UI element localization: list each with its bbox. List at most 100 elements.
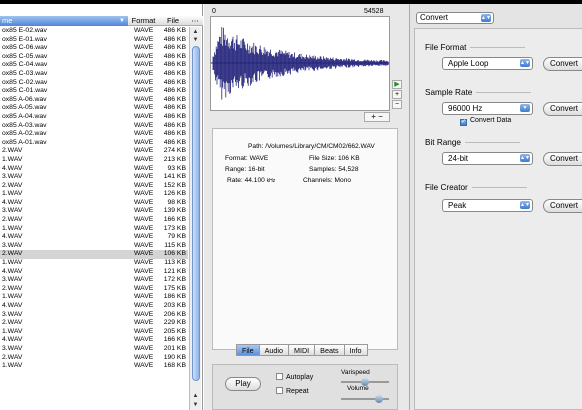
- scroll-up-icon[interactable]: ▲: [190, 28, 201, 36]
- table-row[interactable]: 4.WAV WAVE 79 KB: [0, 233, 188, 242]
- table-row[interactable]: 4.WAV WAVE 121 KB: [0, 268, 188, 277]
- table-row[interactable]: 2.WAV WAVE 175 KB: [0, 285, 188, 294]
- table-row[interactable]: ox85 C-03.wav WAVE 486 KB: [0, 70, 188, 79]
- table-row[interactable]: 1.WAV WAVE 173 KB: [0, 225, 188, 234]
- file-size: 486 KB: [163, 121, 186, 129]
- file-format-popup[interactable]: Apple Loop ▲▼: [442, 57, 533, 70]
- play-region-icon[interactable]: ▶: [392, 80, 402, 89]
- table-row[interactable]: 2.WAV WAVE 274 KB: [0, 147, 188, 156]
- file-name: 1.WAV: [2, 259, 23, 267]
- size-column-header[interactable]: File: [160, 16, 186, 26]
- table-row[interactable]: 1.WAV WAVE 168 KB: [0, 362, 188, 371]
- table-row[interactable]: 1.WAV WAVE 126 KB: [0, 190, 188, 199]
- scroll-down-icon[interactable]: ▼: [190, 36, 201, 44]
- zoom-out-icon[interactable]: −: [392, 100, 402, 109]
- varispeed-slider[interactable]: [341, 378, 389, 386]
- repeat-checkbox[interactable]: Repeat: [276, 387, 309, 395]
- file-size-value: 106 KB: [337, 155, 360, 162]
- info-file-size: File Size: 106 KB: [309, 155, 360, 162]
- tab-audio[interactable]: Audio: [258, 344, 289, 356]
- table-row[interactable]: 4.WAV WAVE 98 KB: [0, 199, 188, 208]
- table-row[interactable]: ox85 C-05.wav WAVE 486 KB: [0, 53, 188, 62]
- table-row[interactable]: 3.WAV WAVE 115 KB: [0, 242, 188, 251]
- table-row[interactable]: ox85 A-02.wav WAVE 486 KB: [0, 130, 188, 139]
- volume-knob[interactable]: [375, 395, 383, 403]
- column-options-icon[interactable]: ⋯: [187, 16, 203, 26]
- table-row[interactable]: 3.WAV WAVE 141 KB: [0, 173, 188, 182]
- table-row[interactable]: 2.WAV WAVE 106 KB: [0, 250, 188, 260]
- bit-range-popup[interactable]: 24-bit ▲▼: [442, 152, 533, 165]
- tab-beats[interactable]: Beats: [314, 344, 345, 356]
- autoplay-checkbox-box[interactable]: [276, 373, 283, 380]
- table-row[interactable]: ox85 A-05.wav WAVE 486 KB: [0, 104, 188, 113]
- file-rows: ox85 E-02.wav WAVE 486 KB ox85 E-01.wav WAVE…: [0, 27, 188, 371]
- file-creator-title: File Creator: [425, 183, 468, 192]
- file-size: 139 KB: [163, 207, 186, 215]
- file-size: 229 KB: [163, 319, 186, 327]
- table-row[interactable]: 2.WAV WAVE 166 KB: [0, 216, 188, 225]
- info-rate: Rate: 44.100 kHz: [227, 177, 275, 184]
- table-row[interactable]: 4.WAV WAVE 93 KB: [0, 165, 188, 174]
- table-row[interactable]: 1.WAV WAVE 186 KB: [0, 293, 188, 302]
- file-size: 166 KB: [163, 336, 186, 344]
- table-row[interactable]: ox85 A-06.wav WAVE 486 KB: [0, 96, 188, 105]
- convert-data-checkbox[interactable]: ✓ Convert Data: [460, 117, 511, 126]
- file-creator-popup[interactable]: Peak ▲▼: [442, 199, 533, 212]
- tab-info[interactable]: Info: [343, 344, 368, 356]
- file-name: 4.WAV: [2, 302, 23, 309]
- file-format: WAVE: [134, 207, 154, 215]
- table-row[interactable]: ox85 C-02.wav WAVE 486 KB: [0, 79, 188, 88]
- mode-popup[interactable]: Convert ▲▼: [416, 12, 494, 24]
- add-remove-marker-buttons[interactable]: + −: [364, 112, 390, 122]
- file-name: 2.WAV: [2, 353, 23, 361]
- scrollbar-thumb[interactable]: [192, 46, 200, 381]
- table-row[interactable]: ox85 E-01.wav WAVE 486 KB: [0, 36, 188, 45]
- checkmark-icon[interactable]: ✓: [460, 119, 467, 126]
- bit-range-section: Bit Range: [425, 138, 520, 147]
- table-row[interactable]: ox85 C-06.wav WAVE 486 KB: [0, 44, 188, 53]
- sample-rate-combo[interactable]: 96000 Hz ▼: [442, 102, 533, 115]
- table-row[interactable]: ox85 C-01.wav WAVE 486 KB: [0, 87, 188, 96]
- table-row[interactable]: ox85 A-01.wav WAVE 486 KB: [0, 139, 188, 148]
- popup-stepper-icon: ▲▼: [520, 59, 530, 67]
- table-row[interactable]: 4.WAV WAVE 166 KB: [0, 336, 188, 345]
- table-row[interactable]: 1.WAV WAVE 113 KB: [0, 259, 188, 268]
- table-row[interactable]: 2.WAV WAVE 229 KB: [0, 319, 188, 328]
- file-format: WAVE: [134, 52, 154, 60]
- sample-rate-convert-button[interactable]: Convert: [543, 102, 582, 116]
- file-list-scrollbar[interactable]: ▲ ▼ ▲ ▼: [189, 27, 201, 410]
- waveform-display[interactable]: [210, 16, 390, 111]
- file-name: ox85 A-05.wav: [2, 104, 47, 112]
- bit-range-convert-button[interactable]: Convert: [543, 152, 582, 166]
- table-row[interactable]: 1.WAV WAVE 213 KB: [0, 156, 188, 165]
- format-column-header[interactable]: Format: [130, 16, 157, 26]
- table-row[interactable]: 2.WAV WAVE 152 KB: [0, 182, 188, 191]
- table-row[interactable]: 3.WAV WAVE 201 KB: [0, 345, 188, 354]
- table-row[interactable]: 1.WAV WAVE 205 KB: [0, 328, 188, 337]
- volume-slider[interactable]: [341, 395, 389, 403]
- table-row[interactable]: 3.WAV WAVE 172 KB: [0, 276, 188, 285]
- rate-label: Rate:: [227, 177, 243, 184]
- table-row[interactable]: 2.WAV WAVE 190 KB: [0, 354, 188, 363]
- file-format-convert-button[interactable]: Convert: [543, 57, 582, 71]
- table-row[interactable]: 3.WAV WAVE 206 KB: [0, 311, 188, 320]
- table-row[interactable]: 4.WAV WAVE 203 KB: [0, 302, 188, 311]
- table-row[interactable]: ox85 C-04.wav WAVE 486 KB: [0, 61, 188, 70]
- file-name: ox85 C-01.wav: [2, 87, 48, 95]
- autoplay-checkbox[interactable]: Autoplay: [276, 373, 313, 381]
- scroll-up-icon-bottom[interactable]: ▲: [190, 392, 201, 400]
- table-row[interactable]: ox85 A-03.wav WAVE 486 KB: [0, 122, 188, 131]
- file-creator-convert-button[interactable]: Convert: [543, 199, 582, 213]
- tab-midi[interactable]: MIDI: [287, 344, 316, 356]
- table-row[interactable]: 3.WAV WAVE 139 KB: [0, 207, 188, 216]
- table-row[interactable]: ox85 A-04.wav WAVE 486 KB: [0, 113, 188, 122]
- repeat-checkbox-box[interactable]: [276, 387, 283, 394]
- scroll-down-icon-bottom[interactable]: ▼: [190, 401, 201, 409]
- zoom-in-icon[interactable]: +: [392, 90, 402, 99]
- name-column-header[interactable]: me ▼: [0, 16, 128, 26]
- file-format: WAVE: [134, 121, 154, 129]
- tab-file[interactable]: File: [236, 344, 260, 356]
- play-button[interactable]: Play: [225, 377, 261, 391]
- table-row[interactable]: ox85 E-02.wav WAVE 486 KB: [0, 27, 188, 36]
- file-format: WAVE: [134, 198, 154, 206]
